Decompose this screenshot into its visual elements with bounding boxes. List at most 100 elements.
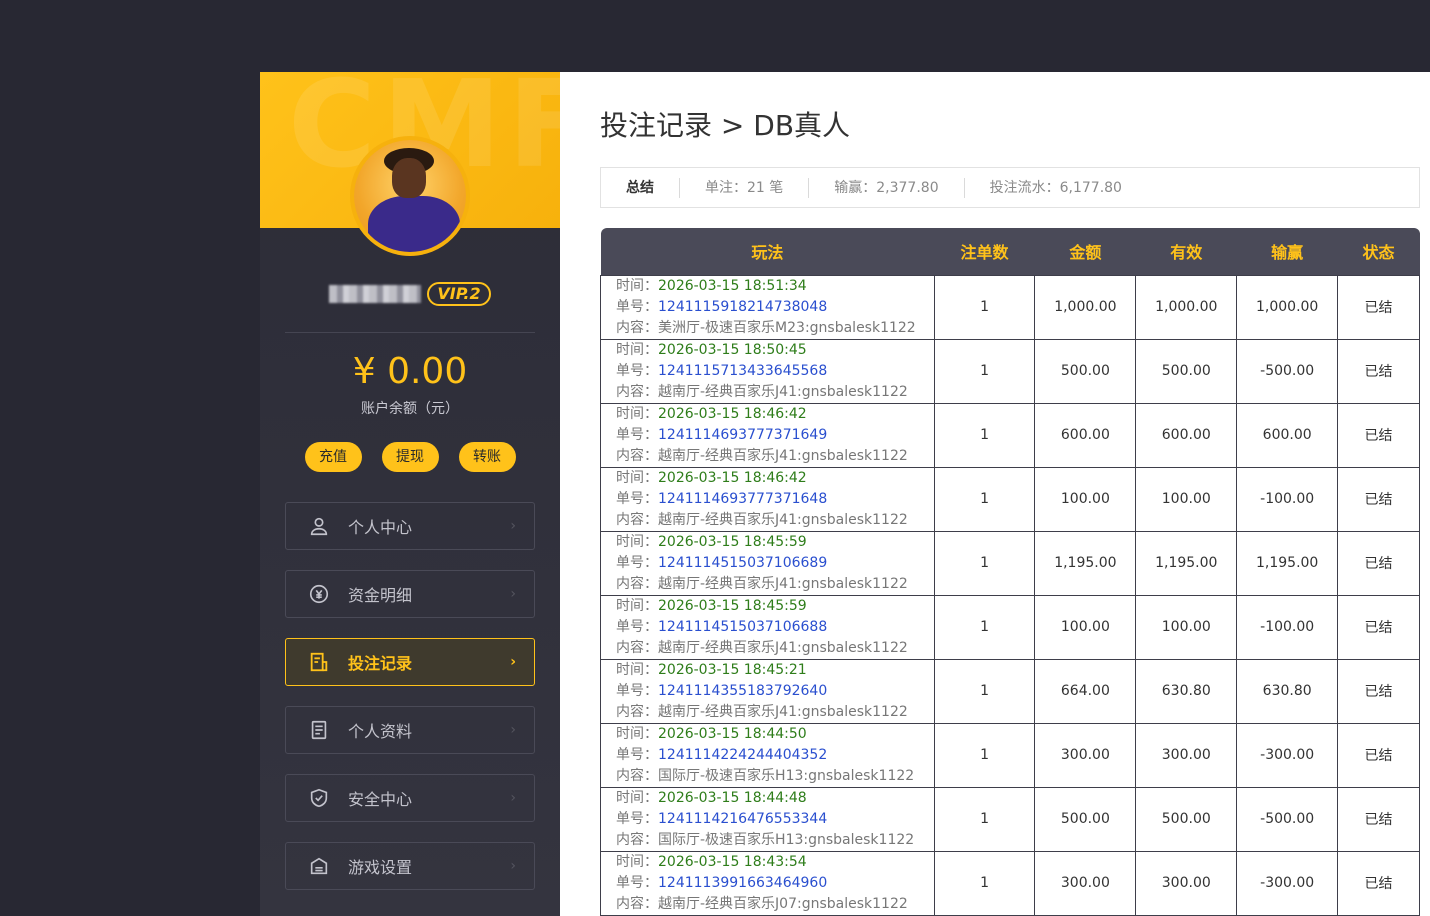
bet-order-no[interactable]: 1241114216476553344: [658, 811, 827, 827]
bet-content: 越南厅-经典百家乐J07:gnsbalesk1122: [658, 895, 908, 912]
bet-amount: 300.00: [1034, 850, 1137, 916]
summary-turnover: 投注流水：6,177.80: [989, 179, 1122, 196]
sidebar-item-bet-records[interactable]: 投注记录 ›: [285, 638, 535, 686]
bet-time-line: 时间：2026-03-15 18:45:59: [616, 532, 919, 553]
avatar[interactable]: [350, 136, 470, 256]
bet-status: 已结: [1337, 722, 1420, 788]
bet-content-line: 内容：越南厅-经典百家乐J41:gnsbalesk1122: [616, 510, 919, 531]
table-row: 时间：2026-03-15 18:43:54 单号：124111399166346…: [600, 850, 1420, 916]
transfer-button[interactable]: 转账: [458, 442, 516, 472]
bet-order-no[interactable]: 1241115918214738048: [658, 299, 827, 315]
bet-time: 2026-03-15 18:44:50: [658, 725, 807, 742]
bet-no-line: 单号：1241115713433645568: [616, 361, 919, 382]
sidebar-item-label: 个人资料: [348, 722, 413, 741]
bet-valid: 500.00: [1135, 338, 1238, 404]
bet-content: 越南厅-经典百家乐J41:gnsbalesk1122: [658, 511, 908, 528]
content-label: 内容：: [616, 383, 658, 400]
withdraw-button[interactable]: 提现: [381, 442, 439, 472]
bet-content-line: 内容：越南厅-经典百家乐J41:gnsbalesk1122: [616, 446, 919, 467]
bet-no-line: 单号：1241114224244404352: [616, 745, 919, 766]
bet-order-no[interactable]: 1241114355183792640: [658, 683, 827, 699]
bet-content-line: 内容：越南厅-经典百家乐J41:gnsbalesk1122: [616, 702, 919, 723]
sidebar-item-profile[interactable]: 个人资料 ›: [285, 706, 535, 754]
bet-order-no[interactable]: 1241114693777371648: [658, 491, 827, 507]
bet-time-line: 时间：2026-03-15 18:46:42: [616, 404, 919, 425]
balance-label: 账户余额（元）: [361, 401, 459, 417]
bet-order-no[interactable]: 1241114224244404352: [658, 747, 827, 763]
main-panel: 投注记录 > DB真人 总结 单注：21 笔 输赢：2,377.80 投注流水：…: [560, 72, 1430, 916]
balance-amount: ¥ 0.00: [352, 351, 468, 392]
bet-time: 2026-03-15 18:44:48: [658, 789, 807, 806]
bet-count: 1: [933, 594, 1036, 660]
bet-info-cell: 时间：2026-03-15 18:45:59 单号：124111451503710…: [600, 530, 935, 596]
content-label: 内容：: [616, 703, 658, 720]
order-no-label: 单号：: [616, 746, 658, 763]
chevron-right-icon: ›: [510, 722, 516, 738]
order-no-label: 单号：: [616, 490, 658, 507]
table-row: 时间：2026-03-15 18:45:59 单号：124111451503710…: [600, 530, 1420, 596]
bet-order-no[interactable]: 1241114515037106688: [658, 619, 827, 635]
time-label: 时间：: [616, 661, 658, 678]
page-title: 投注记录 > DB真人: [600, 109, 851, 142]
bet-result: 600.00: [1236, 402, 1339, 468]
bet-status: 已结: [1337, 274, 1420, 340]
bet-no-line: 单号：1241114515037106689: [616, 553, 919, 574]
sidebar-item-game-settings[interactable]: 游戏设置 ›: [285, 842, 535, 890]
bet-amount: 1,195.00: [1034, 530, 1137, 596]
bet-content: 国际厅-极速百家乐H13:gnsbalesk1122: [658, 767, 915, 784]
bet-time-line: 时间：2026-03-15 18:45:21: [616, 660, 919, 681]
bet-count: 1: [933, 530, 1036, 596]
bet-count: 1: [933, 338, 1036, 404]
bet-count: 1: [933, 274, 1036, 340]
order-no-label: 单号：: [616, 810, 658, 827]
sidebar-item-label: 个人中心: [348, 518, 413, 537]
deposit-button[interactable]: 充值: [304, 442, 362, 472]
sidebar-item-security[interactable]: 安全中心 ›: [285, 774, 535, 822]
game-settings-icon: [308, 855, 330, 877]
sidebar-item-fund-details[interactable]: 资金明细 ›: [285, 570, 535, 618]
time-label: 时间：: [616, 469, 658, 486]
bet-valid: 100.00: [1135, 466, 1238, 532]
table-row: 时间：2026-03-15 18:46:42 单号：124111469377737…: [600, 402, 1420, 468]
bet-amount: 100.00: [1034, 466, 1137, 532]
bet-time-line: 时间：2026-03-15 18:46:42: [616, 468, 919, 489]
bet-result: -100.00: [1236, 594, 1339, 660]
sidebar-item-personal-center[interactable]: 个人中心 ›: [285, 502, 535, 550]
bet-order-no[interactable]: 1241114693777371649: [658, 427, 827, 443]
bet-time: 2026-03-15 18:45:59: [658, 597, 807, 614]
bet-info-cell: 时间：2026-03-15 18:45:59 单号：124111451503710…: [600, 594, 935, 660]
time-label: 时间：: [616, 725, 658, 742]
bet-info-cell: 时间：2026-03-15 18:46:42 单号：124111469377737…: [600, 466, 935, 532]
bet-info-cell: 时间：2026-03-15 18:45:21 单号：124111435518379…: [600, 658, 935, 724]
bet-info-cell: 时间：2026-03-15 18:46:42 单号：124111469377737…: [600, 402, 935, 468]
bet-records-table: 玩法 注单数 金额 有效 输赢 状态 时间：2026-03-15 18:51:3…: [600, 228, 1420, 916]
bet-valid: 500.00: [1135, 786, 1238, 852]
summary-win-loss: 输赢：2,377.80: [809, 177, 965, 198]
bet-time: 2026-03-15 18:46:42: [658, 469, 807, 486]
bet-order-no[interactable]: 1241115713433645568: [658, 363, 827, 379]
chevron-right-icon: ›: [510, 790, 516, 806]
bet-time: 2026-03-15 18:51:34: [658, 277, 807, 294]
column-header-count: 注单数: [934, 228, 1035, 275]
bet-amount: 500.00: [1034, 338, 1137, 404]
bet-valid: 1,195.00: [1135, 530, 1238, 596]
time-label: 时间：: [616, 597, 658, 614]
bet-order-no[interactable]: 1241114515037106689: [658, 555, 827, 571]
bet-time-line: 时间：2026-03-15 18:44:50: [616, 724, 919, 745]
wallet-actions: 充值 提现 转账: [260, 442, 560, 472]
bet-time-line: 时间：2026-03-15 18:43:54: [616, 852, 919, 873]
bet-info-cell: 时间：2026-03-15 18:50:45 单号：124111571343364…: [600, 338, 935, 404]
bet-result: 1,195.00: [1236, 530, 1339, 596]
time-label: 时间：: [616, 341, 658, 358]
order-no-label: 单号：: [616, 682, 658, 699]
bet-valid: 300.00: [1135, 722, 1238, 788]
bet-valid: 600.00: [1135, 402, 1238, 468]
bet-count: 1: [933, 722, 1036, 788]
bet-order-no[interactable]: 1241113991663464960: [658, 875, 827, 891]
bet-content: 越南厅-经典百家乐J41:gnsbalesk1122: [658, 703, 908, 720]
column-header-valid: 有效: [1135, 228, 1237, 275]
user-icon: [308, 515, 330, 537]
bet-content-line: 内容：越南厅-经典百家乐J07:gnsbalesk1122: [616, 894, 919, 915]
bet-result: -500.00: [1236, 338, 1339, 404]
table-row: 时间：2026-03-15 18:51:34 单号：124111591821473…: [600, 274, 1420, 340]
